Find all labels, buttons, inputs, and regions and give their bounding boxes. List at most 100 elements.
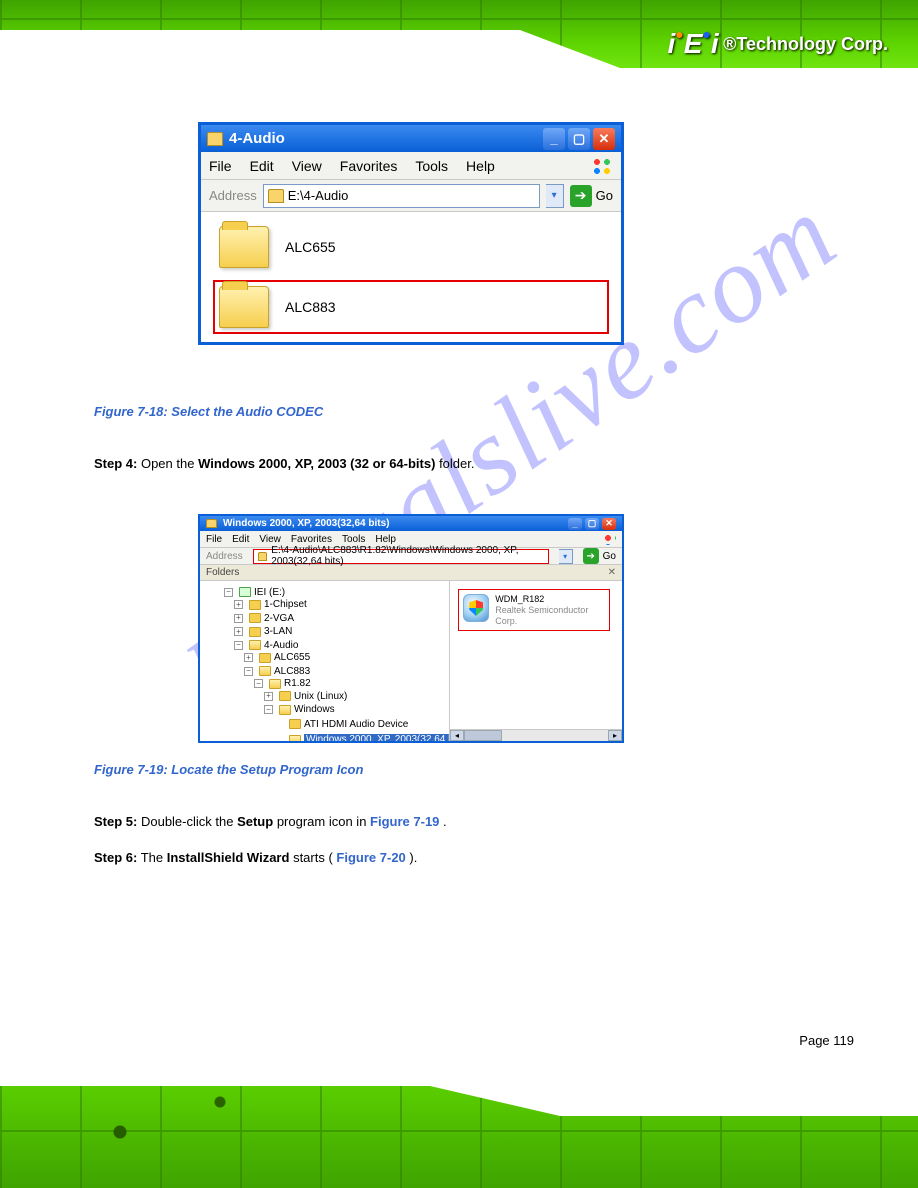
expander-icon[interactable]: + <box>234 614 243 623</box>
page-number: Page 119 <box>799 1033 854 1048</box>
folder-tree[interactable]: − IEI (E:) +1-Chipset +2-VGA +3-LAN −4-A… <box>200 581 450 741</box>
menu-file[interactable]: File <box>209 158 232 174</box>
step-6: Step 6: The InstallShield Wizard starts … <box>94 850 417 865</box>
tree-label: ALC655 <box>274 652 310 663</box>
tree-item[interactable]: + Unix (Linux) <box>264 691 347 702</box>
drive-label: IEI (E:) <box>254 587 285 598</box>
step-text: Double-click the <box>141 814 237 829</box>
expander-icon[interactable]: − <box>234 641 243 650</box>
step-label: Step 6: <box>94 850 137 865</box>
page-footer-banner <box>0 1072 918 1188</box>
menu-view[interactable]: View <box>259 534 281 545</box>
menu-edit[interactable]: Edit <box>250 158 274 174</box>
close-button[interactable]: ✕ <box>602 518 616 530</box>
address-input[interactable]: E:\4-Audio\ALC883\R1.82\Windows\Windows … <box>253 549 549 564</box>
address-label: Address <box>209 188 257 203</box>
tree-item[interactable]: + ALC655 <box>244 652 310 663</box>
folder-icon <box>268 189 284 203</box>
tree-item[interactable]: − R1.82 <box>254 678 311 689</box>
expander-icon[interactable]: + <box>244 653 253 662</box>
tree-label: Unix (Linux) <box>294 691 347 702</box>
scroll-track[interactable] <box>502 730 608 741</box>
menu-view[interactable]: View <box>292 158 322 174</box>
menu-favorites[interactable]: Favorites <box>340 158 398 174</box>
menu-help[interactable]: Help <box>375 534 396 545</box>
expander-icon[interactable]: + <box>234 627 243 636</box>
go-button[interactable]: ➔ Go <box>570 184 613 208</box>
figure-caption-1: Figure 7-18: Select the Audio CODEC <box>94 404 323 419</box>
tree-drive[interactable]: − IEI (E:) <box>224 587 285 598</box>
tree-label: R1.82 <box>284 678 311 689</box>
window-title: 4-Audio <box>229 130 537 147</box>
tree-item[interactable]: +3-LAN <box>234 626 292 637</box>
tree-item-selected[interactable]: Windows 2000, XP, 2003(32,64 bits) <box>274 734 450 741</box>
folder-icon <box>249 640 261 650</box>
menu-tools[interactable]: Tools <box>342 534 365 545</box>
folder-icon <box>259 666 271 676</box>
folder-icon <box>269 679 281 689</box>
maximize-button[interactable]: ▢ <box>585 518 599 530</box>
scroll-thumb[interactable] <box>464 730 502 741</box>
scroll-right-icon[interactable]: ▸ <box>608 730 622 741</box>
expander-icon[interactable]: − <box>224 588 233 597</box>
step-4: Step 4: Open the Windows 2000, XP, 2003 … <box>94 456 474 471</box>
tree-item[interactable]: −Windows <box>264 704 335 715</box>
step-text2: folder. <box>439 456 474 471</box>
tree-item[interactable]: −ALC883 <box>244 666 310 677</box>
tree-label: ATI HDMI Audio Device <box>304 719 408 730</box>
horizontal-scrollbar[interactable]: ◂ ▸ <box>450 729 622 741</box>
expander-icon[interactable]: − <box>254 679 263 688</box>
minimize-button[interactable]: _ <box>568 518 582 530</box>
panel-close-icon[interactable]: ✕ <box>608 567 616 578</box>
expander-icon[interactable]: − <box>264 705 273 714</box>
windows-flag-icon[interactable] <box>591 157 613 175</box>
step-label: Step 5: <box>94 814 137 829</box>
folders-panel-title: Folders <box>206 567 239 578</box>
step-5: Step 5: Double-click the Setup program i… <box>94 814 447 829</box>
folders-panel-header: Folders ✕ <box>200 565 622 581</box>
tree-item[interactable]: +2-VGA <box>234 613 294 624</box>
tree-item[interactable]: +1-Chipset <box>234 599 307 610</box>
minimize-button[interactable]: _ <box>543 128 565 150</box>
logo-mark: i●E●i <box>669 28 717 60</box>
expander-icon[interactable]: + <box>264 692 273 701</box>
expander-icon[interactable]: + <box>234 600 243 609</box>
item-name: WDM_R182 <box>495 594 544 604</box>
menu-file[interactable]: File <box>206 534 222 545</box>
folder-icon <box>279 705 291 715</box>
step-ref: Figure 7-19 <box>370 814 439 829</box>
tree-item[interactable]: ATI HDMI Audio Device <box>274 719 408 730</box>
drive-icon <box>239 587 251 597</box>
scroll-left-icon[interactable]: ◂ <box>450 730 464 741</box>
window-buttons: _ ▢ ✕ <box>568 518 616 530</box>
address-dropdown[interactable]: ▾ <box>546 184 564 208</box>
step-bold: Windows 2000, XP, 2003 (32 or 64-bits) <box>198 456 435 471</box>
folder-icon <box>219 226 269 268</box>
titlebar[interactable]: Windows 2000, XP, 2003(32,64 bits) _ ▢ ✕ <box>200 516 622 531</box>
go-button[interactable]: ➔ Go <box>583 544 616 568</box>
folder-icon <box>206 519 217 528</box>
address-input[interactable]: E:\4-Audio <box>263 184 540 208</box>
brand-text: ®Technology Corp. <box>723 34 888 55</box>
menu-tools[interactable]: Tools <box>415 158 448 174</box>
menubar: File Edit View Favorites Tools Help <box>201 152 621 180</box>
expander-icon[interactable]: − <box>244 667 253 676</box>
menu-edit[interactable]: Edit <box>232 534 249 545</box>
step-bold: Setup <box>237 814 273 829</box>
window-buttons: _ ▢ ✕ <box>543 128 615 150</box>
setup-program-item[interactable]: WDM_R182 Realtek Semiconductor Corp. <box>458 589 610 631</box>
menu-help[interactable]: Help <box>466 158 495 174</box>
address-value: E:\4-Audio\ALC883\R1.82\Windows\Windows … <box>271 545 543 567</box>
folder-icon <box>289 719 301 729</box>
tree-item[interactable]: −4-Audio <box>234 640 298 651</box>
figure-caption-2: Figure 7-19: Locate the Setup Program Ic… <box>94 762 363 777</box>
folder-item-alc883[interactable]: ALC883 <box>213 280 609 334</box>
menu-favorites[interactable]: Favorites <box>291 534 332 545</box>
address-dropdown[interactable]: ▾ <box>559 549 573 564</box>
close-button[interactable]: ✕ <box>593 128 615 150</box>
footer-swoosh <box>0 1072 918 1188</box>
go-label: Go <box>596 188 613 203</box>
maximize-button[interactable]: ▢ <box>568 128 590 150</box>
titlebar[interactable]: 4-Audio _ ▢ ✕ <box>201 125 621 152</box>
folder-item-alc655[interactable]: ALC655 <box>213 220 609 274</box>
